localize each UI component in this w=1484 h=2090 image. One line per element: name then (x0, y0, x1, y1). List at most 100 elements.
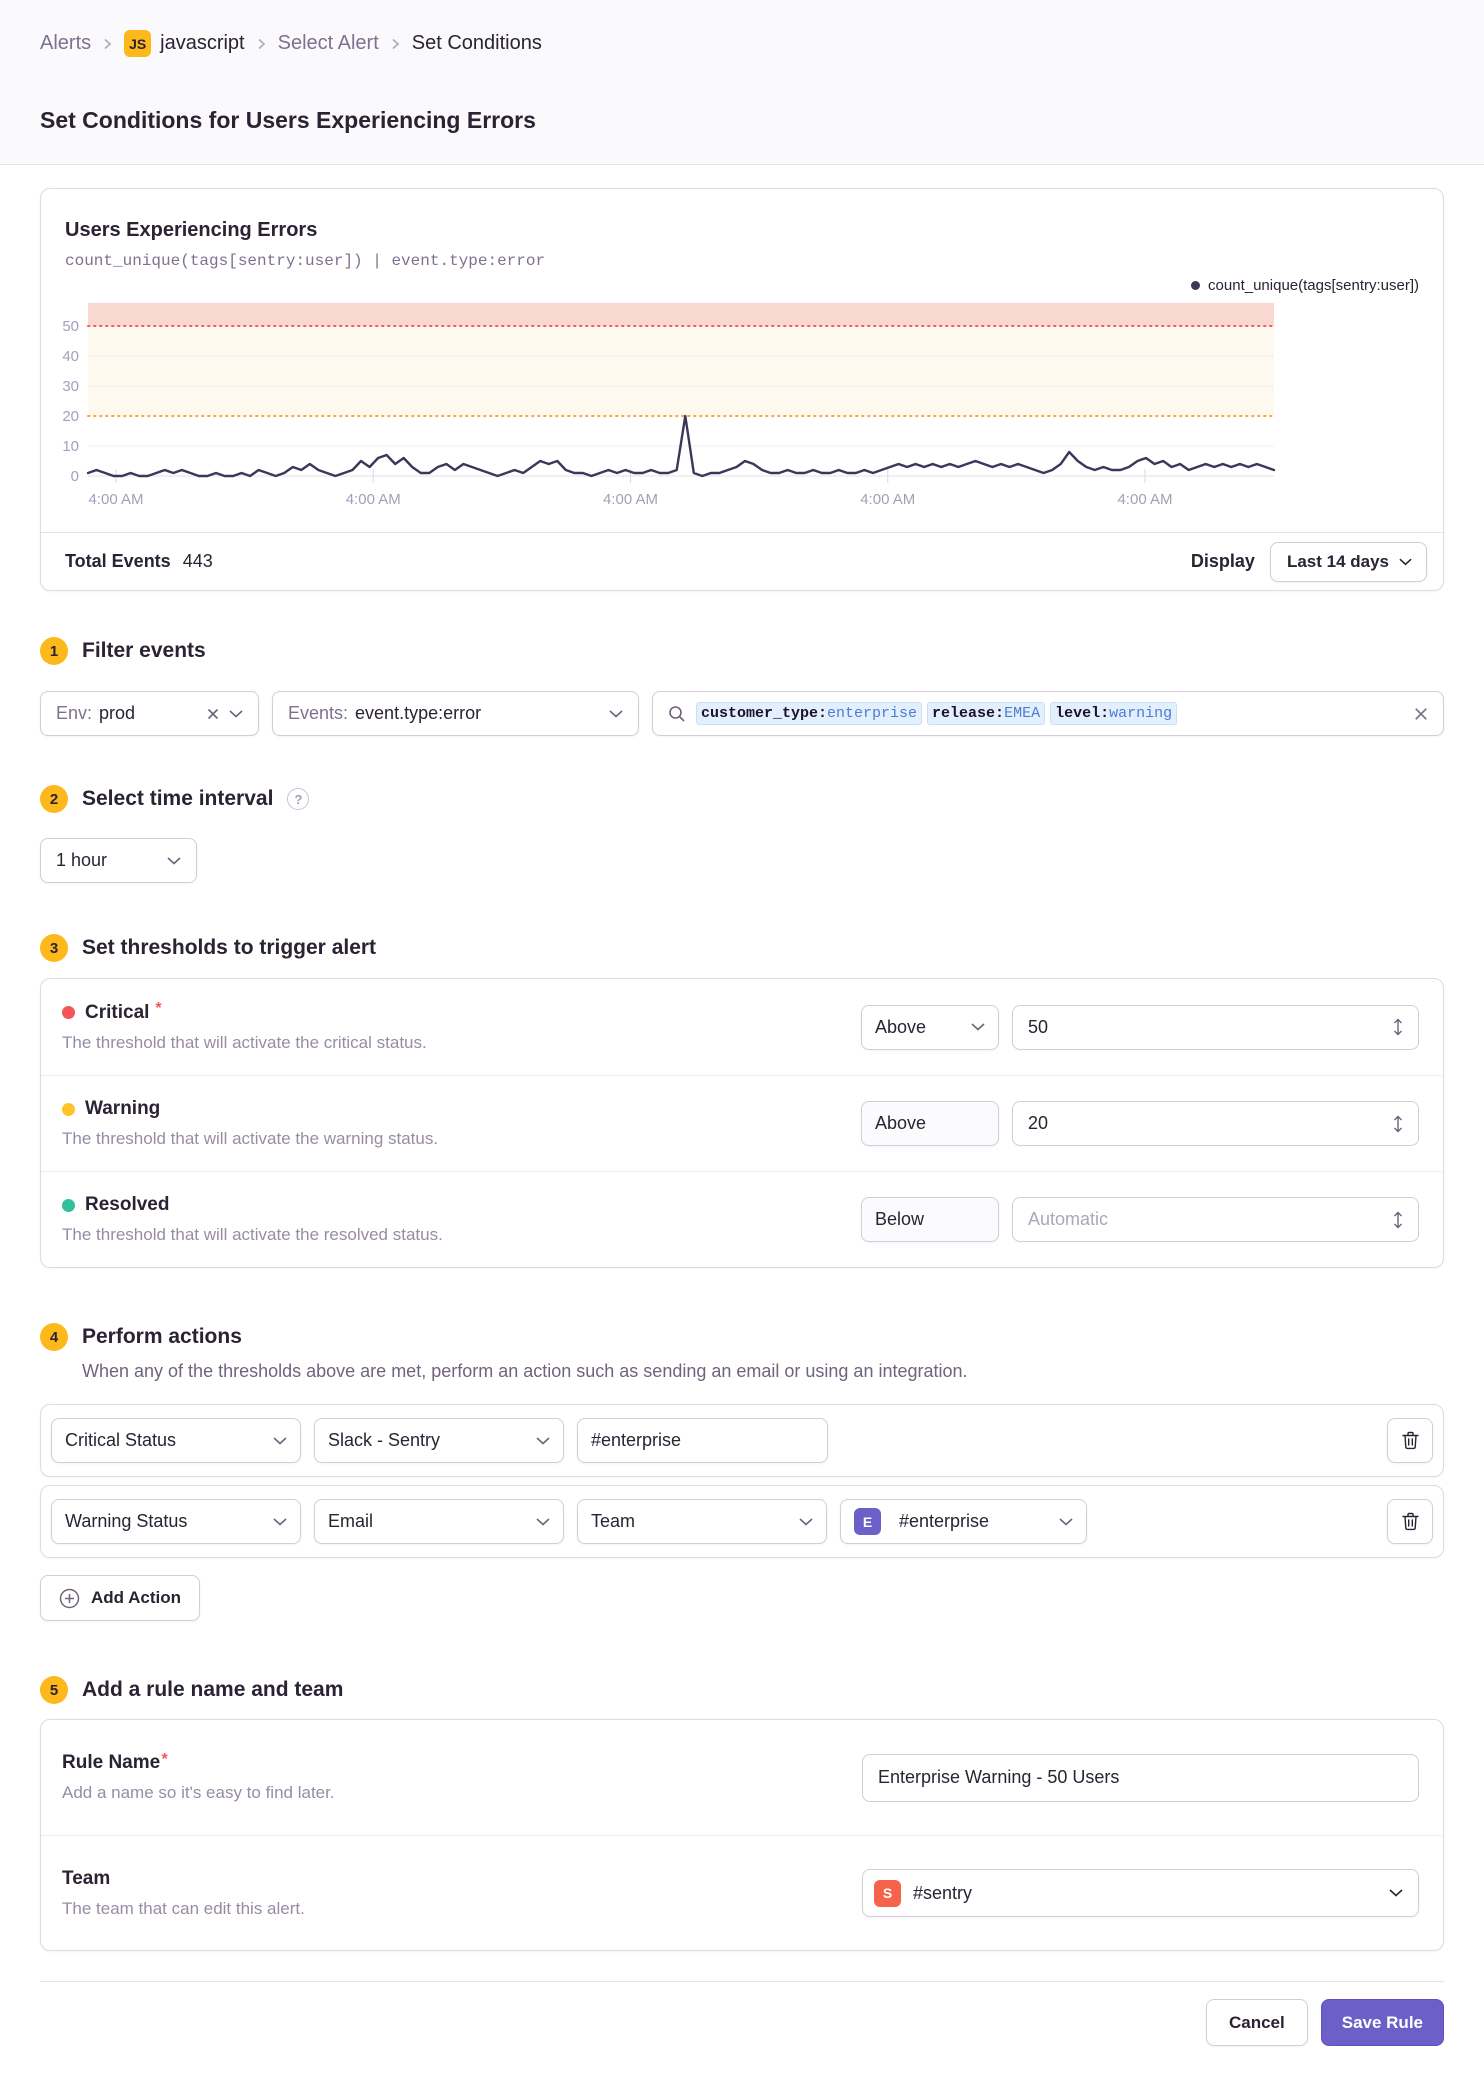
event-types-select-label: Events: (288, 703, 349, 723)
section-actions-title: Perform actions (82, 1325, 242, 1348)
critical-threshold-row: Critical * The threshold that will activ… (41, 979, 1443, 1075)
clear-search-icon[interactable] (1414, 707, 1428, 721)
display-range-dropdown[interactable]: Last 14 days (1269, 541, 1427, 582)
save-rule-label: Save Rule (1341, 2012, 1423, 2032)
clear-icon[interactable] (207, 708, 219, 720)
team-avatar-enterprise: E (854, 1508, 881, 1535)
resolved-threshold-row: Resolved The threshold that will activat… (41, 1171, 1443, 1267)
action-team-select[interactable]: E #enterprise (840, 1499, 1087, 1544)
breadcrumb-separator-icon (256, 36, 267, 52)
action-service-select[interactable]: Slack - Sentry (314, 1418, 564, 1463)
cancel-button[interactable]: Cancel (1205, 1999, 1308, 2046)
stepper-icon[interactable] (1391, 1017, 1405, 1037)
action-service-select[interactable]: Email (314, 1499, 564, 1544)
team-description: The team that can edit this alert. (62, 1898, 305, 1918)
alert-chart-card: Users Experiencing Errors count_unique(t… (40, 188, 1444, 591)
svg-text:4:00 AM: 4:00 AM (88, 491, 143, 508)
total-events: Total Events 443 (65, 551, 213, 572)
add-action-button[interactable]: Add Action (40, 1575, 201, 1621)
team-label: Team (62, 1867, 111, 1889)
section-rule-name: 5 Add a rule name and team (40, 1676, 1444, 1704)
time-interval-select[interactable]: 1 hour (40, 838, 197, 883)
critical-operator-value: Above (875, 1016, 927, 1037)
chart-query: count_unique(tags[sentry:user]) | event.… (65, 252, 546, 270)
environment-select[interactable]: Env: prod (40, 691, 259, 736)
breadcrumb-project[interactable]: JS javascript (124, 30, 245, 57)
chevron-down-icon (1059, 1517, 1073, 1526)
event-types-select-value: event.type:error (355, 703, 482, 723)
warning-description: The threshold that will activate the war… (62, 1129, 439, 1148)
section-filter-events: 1 Filter events (40, 637, 1444, 665)
section-perform-actions: 4 Perform actions (40, 1323, 1444, 1351)
warning-operator-value: Above (875, 1113, 927, 1133)
resolved-description: The threshold that will activate the res… (62, 1225, 443, 1244)
event-types-select[interactable]: Events: event.type:error (272, 691, 639, 736)
token-value: enterprise (827, 705, 918, 722)
action-target-type-value: Team (591, 1511, 636, 1531)
action-target-type-select[interactable]: Team (577, 1499, 827, 1544)
environment-select-value: prod (99, 703, 136, 723)
section-thresholds: 3 Set thresholds to trigger alert (40, 934, 1444, 962)
delete-action-button[interactable] (1387, 1418, 1433, 1463)
rule-name-input-wrap (862, 1753, 1419, 1802)
team-select[interactable]: S #sentry (862, 1869, 1419, 1917)
actions-description: When any of the thresholds above are met… (82, 1361, 968, 1381)
step-3-badge: 3 (40, 934, 68, 962)
delete-action-button[interactable] (1387, 1499, 1433, 1544)
chevron-down-icon (1389, 1889, 1403, 1897)
chevron-down-icon (1399, 558, 1412, 565)
warning-threshold-input-wrap (1012, 1101, 1419, 1146)
breadcrumb-alerts[interactable]: Alerts (40, 32, 91, 55)
svg-text:10: 10 (62, 438, 79, 455)
legend-label: count_unique(tags[sentry:user]) (1208, 277, 1419, 294)
step-5-badge: 5 (40, 1676, 68, 1704)
search-token[interactable]: release:EMEA (927, 702, 1046, 725)
slack-channel-input[interactable] (577, 1418, 828, 1463)
search-token-list: customer_type:enterprise release:EMEA le… (696, 702, 1178, 725)
environment-select-label: Env: (56, 703, 93, 723)
critical-status-dot (62, 1006, 75, 1019)
critical-description: The threshold that will activate the cri… (62, 1032, 427, 1052)
help-icon[interactable]: ? (287, 788, 310, 810)
page-title: Set Conditions for Users Experiencing Er… (40, 107, 536, 133)
team-row: Team The team that can edit this alert. … (41, 1835, 1443, 1950)
rule-name-input[interactable] (862, 1753, 1419, 1802)
trash-icon (1401, 1512, 1419, 1531)
chevron-down-icon (799, 1517, 813, 1526)
search-token[interactable]: level:warning (1050, 702, 1178, 725)
action-trigger-value: Warning Status (65, 1511, 188, 1531)
chart-legend: count_unique(tags[sentry:user]) (1191, 277, 1419, 294)
javascript-project-icon: JS (124, 30, 152, 57)
resolved-operator-button[interactable]: Below (861, 1197, 999, 1242)
action-row-warning: Warning Status Email Team E #enterprise (40, 1485, 1444, 1558)
critical-threshold-input[interactable] (1026, 1015, 1391, 1039)
stepper-icon[interactable] (1391, 1114, 1405, 1134)
save-rule-button[interactable]: Save Rule (1320, 1999, 1444, 2046)
team-avatar-sentry: S (874, 1879, 901, 1907)
chevron-down-icon (229, 709, 243, 718)
breadcrumb-select-alert[interactable]: Select Alert (278, 32, 379, 55)
step-4-badge: 4 (40, 1323, 68, 1351)
required-asterisk: * (161, 1751, 168, 1768)
resolved-threshold-input[interactable] (1026, 1208, 1391, 1231)
legend-dot-icon (1191, 281, 1201, 290)
warning-threshold-row: Warning The threshold that will activate… (41, 1075, 1443, 1171)
critical-operator-select[interactable]: Above (861, 1004, 999, 1050)
token-value: EMEA (1004, 705, 1041, 722)
event-filter-search-input[interactable]: customer_type:enterprise release:EMEA le… (652, 691, 1444, 736)
chevron-down-icon (536, 1517, 550, 1526)
chevron-down-icon (273, 1517, 287, 1526)
cancel-label: Cancel (1228, 2012, 1285, 2032)
section-time-interval: 2 Select time interval ? (40, 785, 1444, 813)
action-trigger-select[interactable]: Warning Status (51, 1499, 301, 1544)
step-2-badge: 2 (40, 785, 68, 813)
search-token[interactable]: customer_type:enterprise (696, 702, 923, 725)
warning-operator-button[interactable]: Above (861, 1101, 999, 1146)
chevron-down-icon (609, 709, 623, 718)
action-trigger-select[interactable]: Critical Status (51, 1418, 301, 1463)
add-action-label: Add Action (91, 1588, 182, 1607)
action-team-value: #enterprise (899, 1511, 990, 1531)
warning-threshold-input[interactable] (1026, 1112, 1391, 1135)
stepper-icon[interactable] (1391, 1210, 1405, 1230)
section-naming-title: Add a rule name and team (82, 1678, 344, 1701)
